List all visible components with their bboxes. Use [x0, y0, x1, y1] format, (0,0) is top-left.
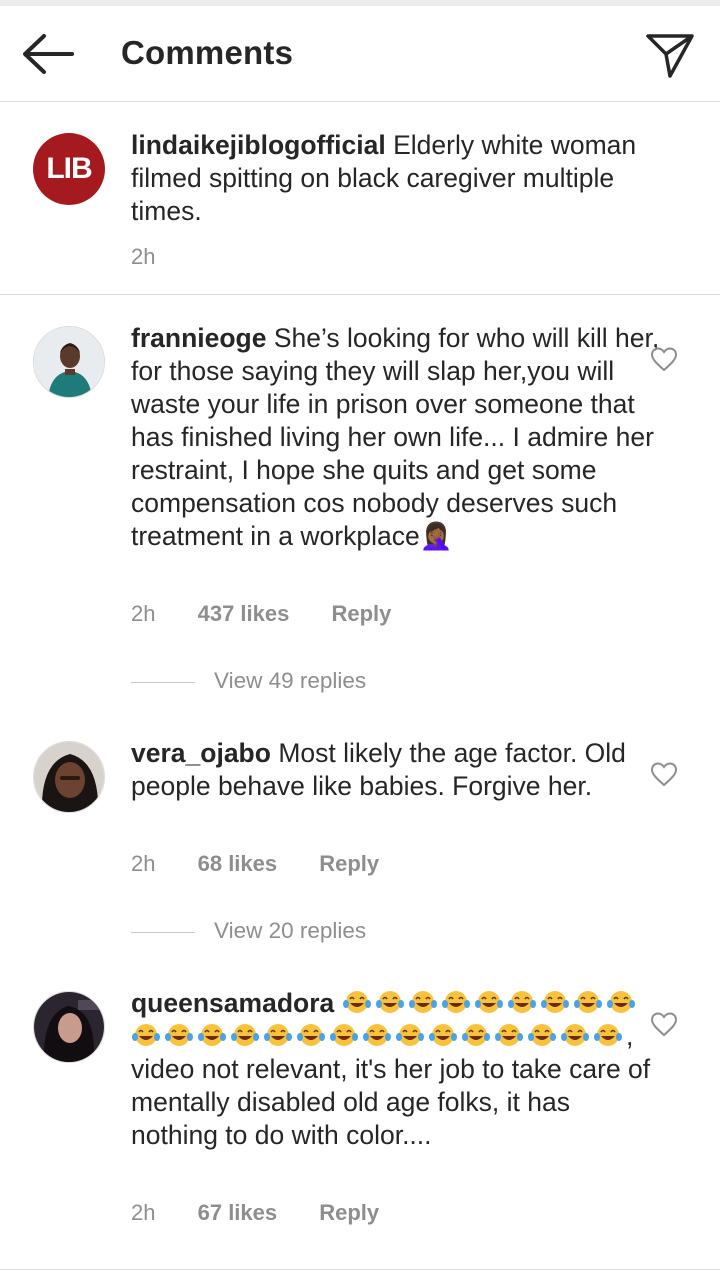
comment-text: frannieoge She’s looking for who will ki… — [131, 322, 661, 553]
heart-icon[interactable] — [650, 761, 678, 787]
laughing-emoji-icon — [474, 991, 503, 1013]
timestamp: 2h — [131, 1200, 156, 1225]
laughing-emoji-icon — [231, 1024, 259, 1046]
laughing-emoji-icon — [561, 1024, 589, 1046]
username-link[interactable]: queensamadora — [131, 988, 334, 1018]
caption-text: lindaikejiblogofficial Elderly white wom… — [131, 129, 661, 228]
avatar-photo — [34, 992, 104, 1062]
divider-line — [131, 932, 195, 933]
laughing-emoji-icon — [264, 1024, 292, 1046]
comment-body: She’s looking for who will kill her, for… — [131, 323, 660, 551]
laughing-emoji-icon — [573, 991, 602, 1013]
avatar-photo — [34, 742, 104, 812]
laughing-emoji-icon — [342, 991, 371, 1013]
laughing-emoji-icon — [429, 1024, 457, 1046]
comment-text: vera_ojabo Most likely the age factor. O… — [131, 737, 661, 803]
username-link[interactable]: lindaikejiblogofficial — [131, 130, 386, 160]
comment-meta: 2h 67 likes Reply — [131, 1200, 415, 1226]
timestamp: 2h — [131, 244, 156, 269]
username-link[interactable]: frannieoge — [131, 323, 266, 353]
caption-meta: 2h — [131, 244, 191, 270]
laughing-emoji-icon — [363, 1024, 391, 1046]
view-replies-label: View 20 replies — [214, 918, 367, 943]
laughing-emoji-icon — [495, 1024, 523, 1046]
likes-count[interactable]: 67 likes — [198, 1200, 278, 1226]
likes-count[interactable]: 437 likes — [198, 601, 290, 627]
laughing-emoji-icon — [462, 1024, 490, 1046]
arrow-left-icon[interactable] — [20, 32, 76, 76]
reply-button[interactable]: Reply — [319, 1200, 379, 1226]
laughing-emoji-icon — [528, 1024, 556, 1046]
avatar[interactable] — [33, 991, 105, 1063]
paper-plane-icon[interactable] — [644, 28, 696, 80]
laughing-emoji-icon — [396, 1024, 424, 1046]
laughing-emoji-icon — [330, 1024, 358, 1046]
divider-line — [0, 1269, 720, 1270]
laughing-emoji-icon — [441, 991, 470, 1013]
laughing-emoji-icon — [198, 1024, 226, 1046]
heart-icon[interactable] — [650, 1011, 678, 1037]
facepalm-emoji: 🤦🏾‍♀️ — [419, 521, 453, 551]
laughing-emoji-icon — [594, 1024, 622, 1046]
laughing-emoji-icon — [606, 991, 635, 1013]
laughing-emoji-icon — [297, 1024, 325, 1046]
heart-icon[interactable] — [650, 346, 678, 372]
avatar[interactable] — [33, 741, 105, 813]
comment-text: queensamadora , video not relevant, it's… — [131, 987, 661, 1152]
comment-meta: 2h 68 likes Reply — [131, 851, 415, 877]
reply-button[interactable]: Reply — [331, 601, 391, 627]
reply-button[interactable]: Reply — [319, 851, 379, 877]
avatar[interactable] — [33, 326, 105, 398]
timestamp: 2h — [131, 601, 156, 626]
username-link[interactable]: vera_ojabo — [131, 738, 271, 768]
avatar-logo-text: LIB — [46, 152, 92, 185]
laughing-emoji-icon — [408, 991, 437, 1013]
laughing-emoji-icon — [165, 1024, 193, 1046]
view-replies-label: View 49 replies — [214, 668, 367, 693]
laughing-emoji-icon — [507, 991, 536, 1013]
avatar[interactable]: LIB — [33, 133, 105, 205]
laughing-emoji-icon — [132, 1024, 160, 1046]
timestamp: 2h — [131, 851, 156, 876]
comment-meta: 2h 437 likes Reply — [131, 601, 427, 627]
page-title: Comments — [121, 34, 294, 71]
laughing-emoji-icon — [375, 991, 404, 1013]
laughing-emoji-icon — [540, 991, 569, 1013]
divider-line — [131, 682, 195, 683]
post-caption: LIB lindaikejiblogofficial Elderly white… — [0, 103, 720, 295]
top-bar: Comments — [0, 6, 720, 102]
avatar-photo — [34, 327, 104, 397]
likes-count[interactable]: 68 likes — [198, 851, 278, 877]
